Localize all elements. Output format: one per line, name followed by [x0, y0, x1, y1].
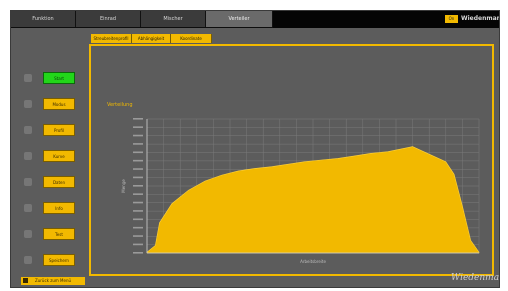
y-tick-mark	[133, 226, 143, 229]
tab-funktion[interactable]: Funktion	[11, 11, 76, 27]
y-tick-mark	[133, 126, 143, 128]
y-tick-mark	[133, 185, 143, 187]
y-tick-mark	[133, 252, 143, 254]
y-tick-mark	[133, 218, 143, 221]
row-icon-8	[24, 256, 32, 264]
side-button-modus[interactable]: Modus	[43, 98, 75, 110]
y-tick-mark	[133, 210, 143, 212]
y-tick-mark	[133, 201, 143, 204]
top-tab-bar: Funktion Einrad Mischer Verteiler On Wie…	[11, 11, 499, 28]
side-button-daten[interactable]: Daten	[43, 176, 75, 188]
tab-einrad[interactable]: Einrad	[76, 11, 141, 27]
tab-verteiler[interactable]: Verteiler	[206, 11, 273, 27]
side-button-panel: Start Modus Profil Kurve Daten Info Test…	[16, 47, 86, 267]
side-button-start[interactable]: Start	[43, 72, 75, 84]
y-tick-mark	[133, 134, 143, 137]
menu-icon	[23, 278, 28, 283]
tab-mischer[interactable]: Mischer	[141, 11, 206, 27]
side-button-test[interactable]: Test	[43, 228, 75, 240]
y-tick-mark	[133, 118, 143, 120]
x-axis-label: Arbeitsbreite	[300, 259, 326, 264]
row-icon-2	[24, 100, 32, 108]
side-button-info[interactable]: Info	[43, 202, 75, 214]
y-tick-mark	[133, 143, 143, 145]
y-axis-label: Menge	[121, 179, 126, 193]
side-button-profil[interactable]: Profil	[43, 124, 75, 136]
y-tick-mark	[133, 243, 143, 246]
row-icon-3	[24, 126, 32, 134]
row-icon-6	[24, 204, 32, 212]
y-tick-mark	[133, 235, 143, 237]
side-button-kurve[interactable]: Kurve	[43, 150, 75, 162]
y-tick-mark	[133, 151, 143, 154]
app-screen: Funktion Einrad Mischer Verteiler On Wie…	[10, 10, 500, 288]
side-button-speichern[interactable]: Speichern	[43, 254, 75, 266]
y-tick-mark	[133, 193, 143, 195]
subtab-streubreitenprofil[interactable]: Streubreitenprofil	[91, 34, 132, 43]
row-icon-1	[24, 74, 32, 82]
row-icon-4	[24, 152, 32, 160]
row-icon-7	[24, 230, 32, 238]
subtab-koordinate[interactable]: Koordinate	[171, 34, 212, 43]
subtab-abhaengigkeit[interactable]: Abhängigkeit	[132, 34, 171, 43]
brand-signature: Wiedenmann	[451, 273, 500, 283]
brand-logo: Wiedenmann	[461, 15, 499, 22]
y-tick-mark	[133, 159, 143, 162]
y-tick-mark	[133, 168, 143, 170]
row-icon-5	[24, 178, 32, 186]
back-to-menu-button[interactable]: Zurück zum Menü	[21, 277, 85, 285]
status-badge[interactable]: On	[445, 15, 458, 23]
y-tick-mark	[133, 176, 143, 179]
distribution-chart: Menge Arbeitsbreite	[121, 118, 480, 264]
